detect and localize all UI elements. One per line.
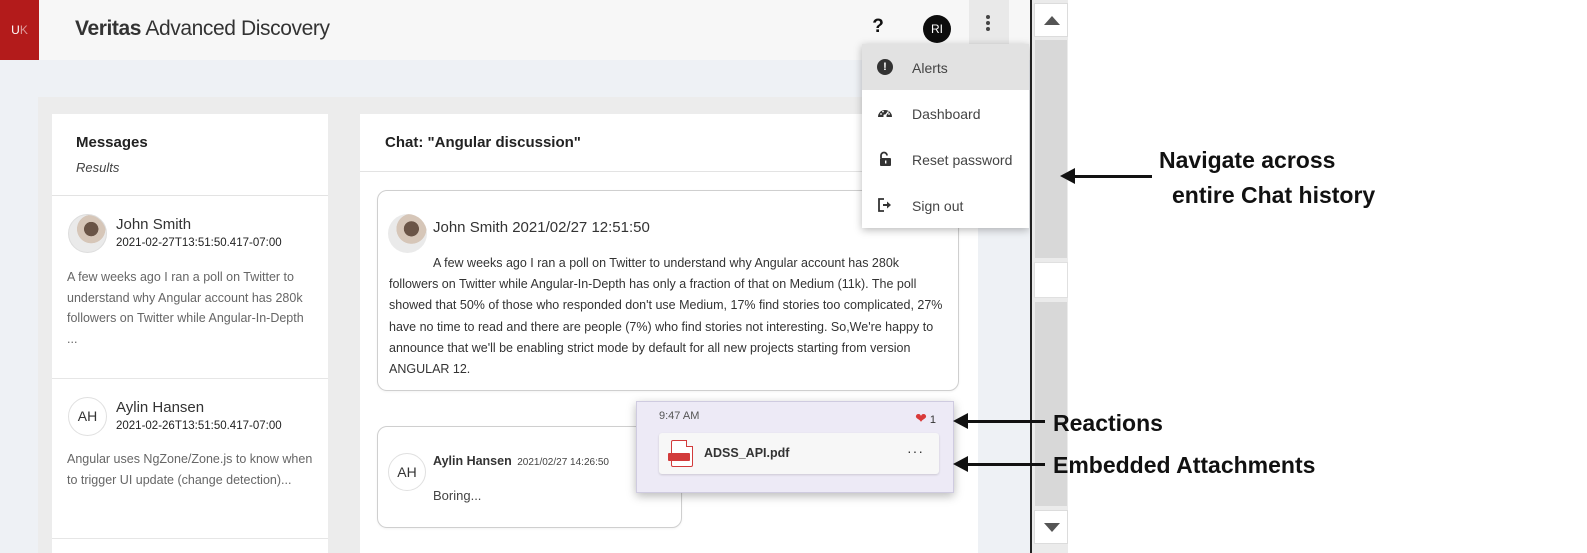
message-sender: Aylin Hansen xyxy=(116,399,205,416)
menu-item-sign-out[interactable]: Sign out xyxy=(862,182,1029,228)
menu-item-label: Dashboard xyxy=(912,106,981,122)
chat-message-time: 2021/02/27 14:26:50 xyxy=(517,457,609,468)
chat-message-header: John Smith 2021/02/27 12:51:50 xyxy=(433,219,650,236)
chat-message-text: Boring... xyxy=(433,488,482,503)
messages-panel: Messages Results John Smith 2021-02-27T1… xyxy=(52,114,328,553)
alert-icon: ! xyxy=(877,59,893,75)
annotation-history-line2: entire Chat history xyxy=(1172,182,1376,208)
user-avatar-button[interactable]: RI xyxy=(923,15,951,43)
message-list-item[interactable]: AH Aylin Hansen 2021-02-26T13:51:50.417-… xyxy=(52,379,328,539)
dashboard-icon xyxy=(878,110,892,118)
sign-out-icon xyxy=(878,198,891,212)
file-attachment[interactable]: ADSS_API.pdf ··· xyxy=(659,433,939,474)
menu-item-reset-password[interactable]: Reset password xyxy=(862,136,1029,182)
attachment-filename: ADSS_API.pdf xyxy=(704,446,790,460)
message-timestamp: 2021-02-27T13:51:50.417-07:00 xyxy=(116,237,282,249)
messages-subtitle: Results xyxy=(76,160,120,175)
menu-item-label: Reset password xyxy=(912,152,1013,168)
menu-item-alerts[interactable]: ! Alerts xyxy=(862,44,1029,90)
message-timestamp: 2021-02-26T13:51:50.417-07:00 xyxy=(116,420,282,432)
attachment-card: 9:47 AM ❤ 1 ADSS_API.pdf ··· xyxy=(636,401,954,493)
avatar xyxy=(68,214,107,253)
avatar xyxy=(388,214,427,253)
menu-item-label: Alerts xyxy=(912,60,948,76)
kebab-dot-icon xyxy=(986,27,990,31)
heart-icon: ❤ xyxy=(915,410,927,426)
scrollbar-gap xyxy=(1034,262,1068,298)
chat-message-sender: Aylin Hansen xyxy=(433,454,512,468)
app-title-brand: Veritas xyxy=(75,17,142,40)
pdf-icon xyxy=(668,440,693,467)
annotation-arrow xyxy=(953,456,1045,472)
message-list-item[interactable]: John Smith 2021-02-27T13:51:50.417-07:00… xyxy=(52,196,328,379)
message-sender: John Smith xyxy=(116,216,192,233)
messages-title: Messages xyxy=(76,134,148,151)
annotation-arrow xyxy=(1060,168,1152,184)
attachment-more-button[interactable]: ··· xyxy=(907,443,924,459)
menu-item-label: Sign out xyxy=(912,198,964,214)
annotation-reactions: Reactions xyxy=(1053,410,1163,436)
message-preview: A few weeks ago I ran a poll on Twitter … xyxy=(67,270,304,346)
app-title: Veritas Advanced Discovery xyxy=(75,17,330,41)
user-menu: ! Alerts Dashboard Reset password Sign o… xyxy=(862,44,1029,228)
scrollbar-thumb[interactable] xyxy=(1035,40,1067,258)
annotation-history-line1: Navigate across xyxy=(1159,147,1336,173)
more-menu-button[interactable] xyxy=(969,0,1009,44)
chat-message-text: A few weeks ago I ran a poll on Twitter … xyxy=(389,256,943,377)
help-button[interactable]: ? xyxy=(868,16,888,38)
app-title-product: Advanced Discovery xyxy=(141,17,330,40)
reaction-badge[interactable]: ❤ 1 xyxy=(915,410,936,427)
kebab-dot-icon xyxy=(986,21,990,25)
avatar: AH xyxy=(388,453,426,491)
messages-header: Messages Results xyxy=(52,114,328,196)
app-window: UK Veritas Advanced Discovery ? RI Messa… xyxy=(0,0,1030,553)
logo: UK xyxy=(0,0,39,60)
scroll-down-icon[interactable] xyxy=(1034,510,1068,544)
message-preview: Angular uses NgZone/Zone.js to know when… xyxy=(67,452,313,487)
reaction-count: 1 xyxy=(929,414,936,426)
logo-letter: U xyxy=(11,23,20,37)
annotation-arrow xyxy=(953,413,1045,429)
unlock-icon xyxy=(880,151,891,166)
scroll-up-icon[interactable] xyxy=(1034,3,1068,37)
kebab-dot-icon xyxy=(986,15,990,19)
chat-message-header: Aylin Hansen 2021/02/27 14:26:50 xyxy=(433,454,609,468)
menu-item-dashboard[interactable]: Dashboard xyxy=(862,90,1029,136)
card-time: 9:47 AM xyxy=(659,410,700,422)
avatar: AH xyxy=(68,397,107,436)
annotation-attachments: Embedded Attachments xyxy=(1053,452,1316,478)
logo-letter-faded: K xyxy=(19,23,28,37)
